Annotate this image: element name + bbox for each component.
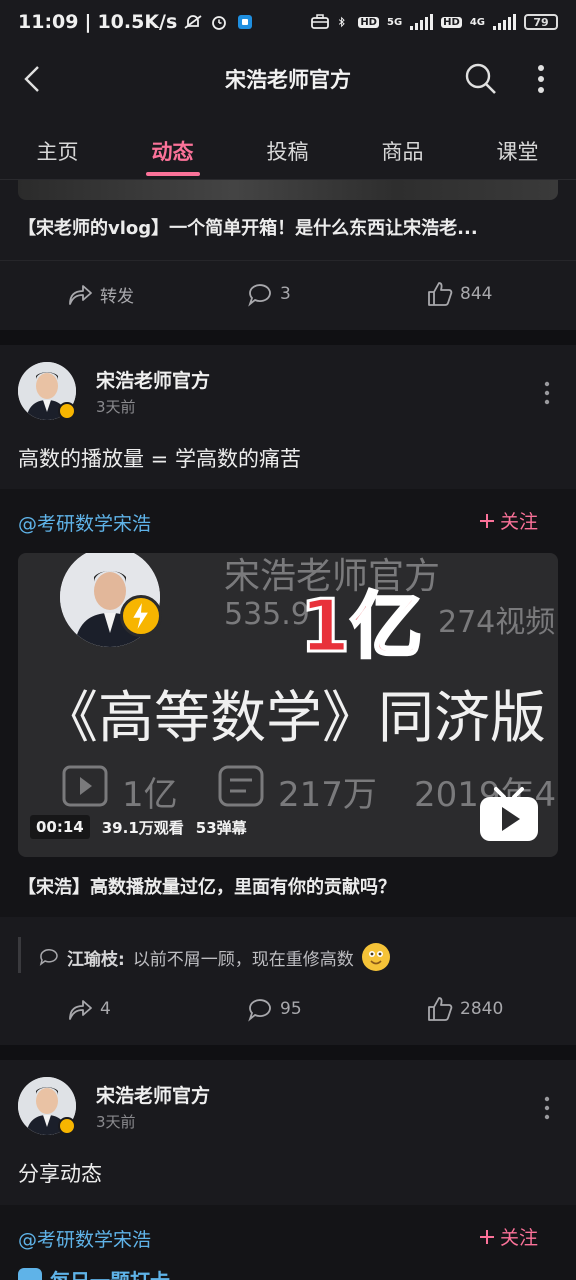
share-button[interactable]: 转发 (66, 280, 134, 308)
partial-topic[interactable]: 每日一题打卡 (18, 1265, 170, 1280)
video-text-stat-right: 274视频 (438, 605, 556, 640)
video-danmaku-count: 217万 (278, 775, 377, 815)
share-count: 4 (100, 999, 111, 1019)
verified-badge-icon (58, 402, 76, 420)
comment-text: 以前不屑一顾，现在重修高数 (132, 949, 354, 970)
follow-label: 关注 (500, 511, 539, 533)
bilibili-tv-icon[interactable] (478, 785, 540, 843)
signal-5g-icon (410, 14, 434, 30)
action-row: 转发 3 844 (0, 260, 576, 328)
like-count: 2840 (460, 999, 504, 1019)
network-5g: 5G (386, 16, 403, 28)
video-title[interactable]: 【宋浩】高数播放量过亿，里面有你的贡献吗？ (18, 873, 396, 899)
top-nav-bar: 宋浩老师官方 (0, 44, 576, 116)
follow-button[interactable]: 关注 (478, 1223, 538, 1250)
comment-bubble-icon (39, 949, 58, 966)
post-text: 分享动态 (18, 1162, 102, 1186)
hd-badge-2: HD (441, 16, 462, 28)
thumbs-up-icon (428, 997, 453, 1021)
follow-button[interactable]: 关注 (478, 507, 538, 534)
like-count: 844 (460, 284, 493, 304)
feed-card-previous: 【宋老师的vlog】一个简单开箱！是什么东西让宋浩老... 转发 3 844 (0, 180, 576, 330)
repost-username[interactable]: @考研数学宋浩 (18, 1225, 151, 1252)
video-thumbnail[interactable] (18, 180, 558, 200)
comment-button[interactable]: 3 (246, 280, 291, 308)
lightning-badge-icon (120, 595, 162, 637)
share-label: 转发 (100, 286, 134, 307)
comment-count: 95 (280, 999, 302, 1019)
video-views: 39.1万观看 (101, 818, 184, 837)
video-overlay-text: 1亿 (298, 583, 423, 670)
tab-dynamics[interactable]: 动态 (115, 136, 230, 166)
video-danmaku: 53弹幕 (195, 818, 247, 837)
feed-card-post: 宋浩老师官方 3天前 分享动态 (0, 1060, 576, 1205)
topic-title: 每日一题打卡 (50, 1265, 170, 1280)
status-time: 11:09 (18, 11, 79, 33)
share-icon (69, 1000, 92, 1020)
comment-button[interactable]: 95 (246, 995, 302, 1023)
comment-icon (248, 284, 271, 307)
thumbs-up-icon (428, 282, 453, 306)
plus-icon (480, 1229, 494, 1244)
tab-classroom[interactable]: 课堂 (460, 136, 575, 166)
bluetooth-icon (339, 16, 346, 28)
share-icon (69, 285, 92, 305)
like-button[interactable]: 2840 (426, 995, 503, 1023)
post-more-icon[interactable] (538, 1095, 556, 1121)
follow-label: 关注 (500, 1227, 539, 1249)
active-tab-indicator (146, 172, 200, 176)
share-button[interactable]: 4 (66, 995, 111, 1023)
video-main-text: 《高等数学》同济版 (42, 686, 546, 751)
topic-icon (18, 1267, 42, 1280)
post-author[interactable]: 宋浩老师官方 (96, 366, 210, 393)
plus-icon (480, 513, 494, 528)
reposted-content[interactable]: @考研数学宋浩 关注 宋浩老师官方 535.9 274视频 1亿 《高等数学》同… (0, 489, 576, 917)
briefcase-icon (311, 14, 330, 29)
video-thumbnail[interactable]: 宋浩老师官方 535.9 274视频 1亿 《高等数学》同济版 1亿 217万 … (18, 553, 558, 857)
video-danmaku-icon (218, 765, 264, 807)
more-vertical-icon[interactable] (528, 62, 554, 96)
hd-badge-1: HD (358, 16, 379, 28)
app-notification-icon (238, 15, 253, 29)
reposted-content[interactable]: @考研数学宋浩 关注 每日一题打卡 (0, 1205, 576, 1280)
video-play-count: 1亿 (122, 775, 178, 815)
status-bar: 11:09 | 10.5K/s HD 5G HD 4G 79 (0, 0, 576, 44)
comment-author: 江瑜枝: (67, 949, 125, 970)
comment-icon (248, 999, 271, 1022)
alarm-icon (212, 16, 227, 30)
video-play-count-icon (62, 765, 108, 807)
video-title[interactable]: 【宋老师的vlog】一个简单开箱！是什么东西让宋浩老... (18, 214, 558, 240)
post-more-icon[interactable] (538, 380, 556, 406)
post-time: 3天前 (96, 1113, 136, 1131)
profile-tabs: 主页 动态 投稿 商品 课堂 (0, 116, 576, 180)
post-header: 宋浩老师官方 3天前 (18, 362, 558, 422)
search-icon[interactable] (464, 62, 498, 96)
post-footer: 江瑜枝: 以前不屑一顾，现在重修高数 4 95 2840 (0, 917, 576, 1045)
network-4g: 4G (469, 16, 485, 28)
battery-icon: 79 (524, 14, 558, 30)
comment-line: 江瑜枝: 以前不屑一顾，现在重修高数 (39, 943, 390, 971)
mute-bell-icon (184, 15, 202, 29)
signal-4g-icon (493, 14, 516, 30)
tab-uploads[interactable]: 投稿 (230, 136, 345, 166)
video-duration: 00:14 (30, 815, 90, 839)
post-text: 高数的播放量 = 学高数的痛苦 (18, 447, 301, 471)
repost-username[interactable]: @考研数学宋浩 (18, 509, 151, 536)
tab-goods[interactable]: 商品 (345, 136, 460, 166)
post-author[interactable]: 宋浩老师官方 (96, 1081, 210, 1108)
video-meta: 00:14 39.1万观看 53弹幕 (30, 815, 247, 839)
status-separator: | (84, 11, 92, 33)
verified-badge-icon (58, 1117, 76, 1135)
post-header: 宋浩老师官方 3天前 (18, 1077, 558, 1137)
like-button[interactable]: 844 (426, 280, 492, 308)
tab-home[interactable]: 主页 (0, 136, 115, 166)
post-time: 3天前 (96, 398, 136, 416)
comment-preview[interactable]: 江瑜枝: 以前不屑一顾，现在重修高数 (18, 937, 558, 973)
smile-emoji-icon (361, 943, 390, 971)
feed-card-post: 宋浩老师官方 3天前 高数的播放量 = 学高数的痛苦 (0, 345, 576, 489)
status-net-speed: 10.5K/s (97, 11, 178, 33)
video-text-stat-left: 535.9 (224, 597, 310, 632)
comment-count: 3 (280, 284, 291, 304)
action-row: 4 95 2840 (0, 975, 576, 1043)
